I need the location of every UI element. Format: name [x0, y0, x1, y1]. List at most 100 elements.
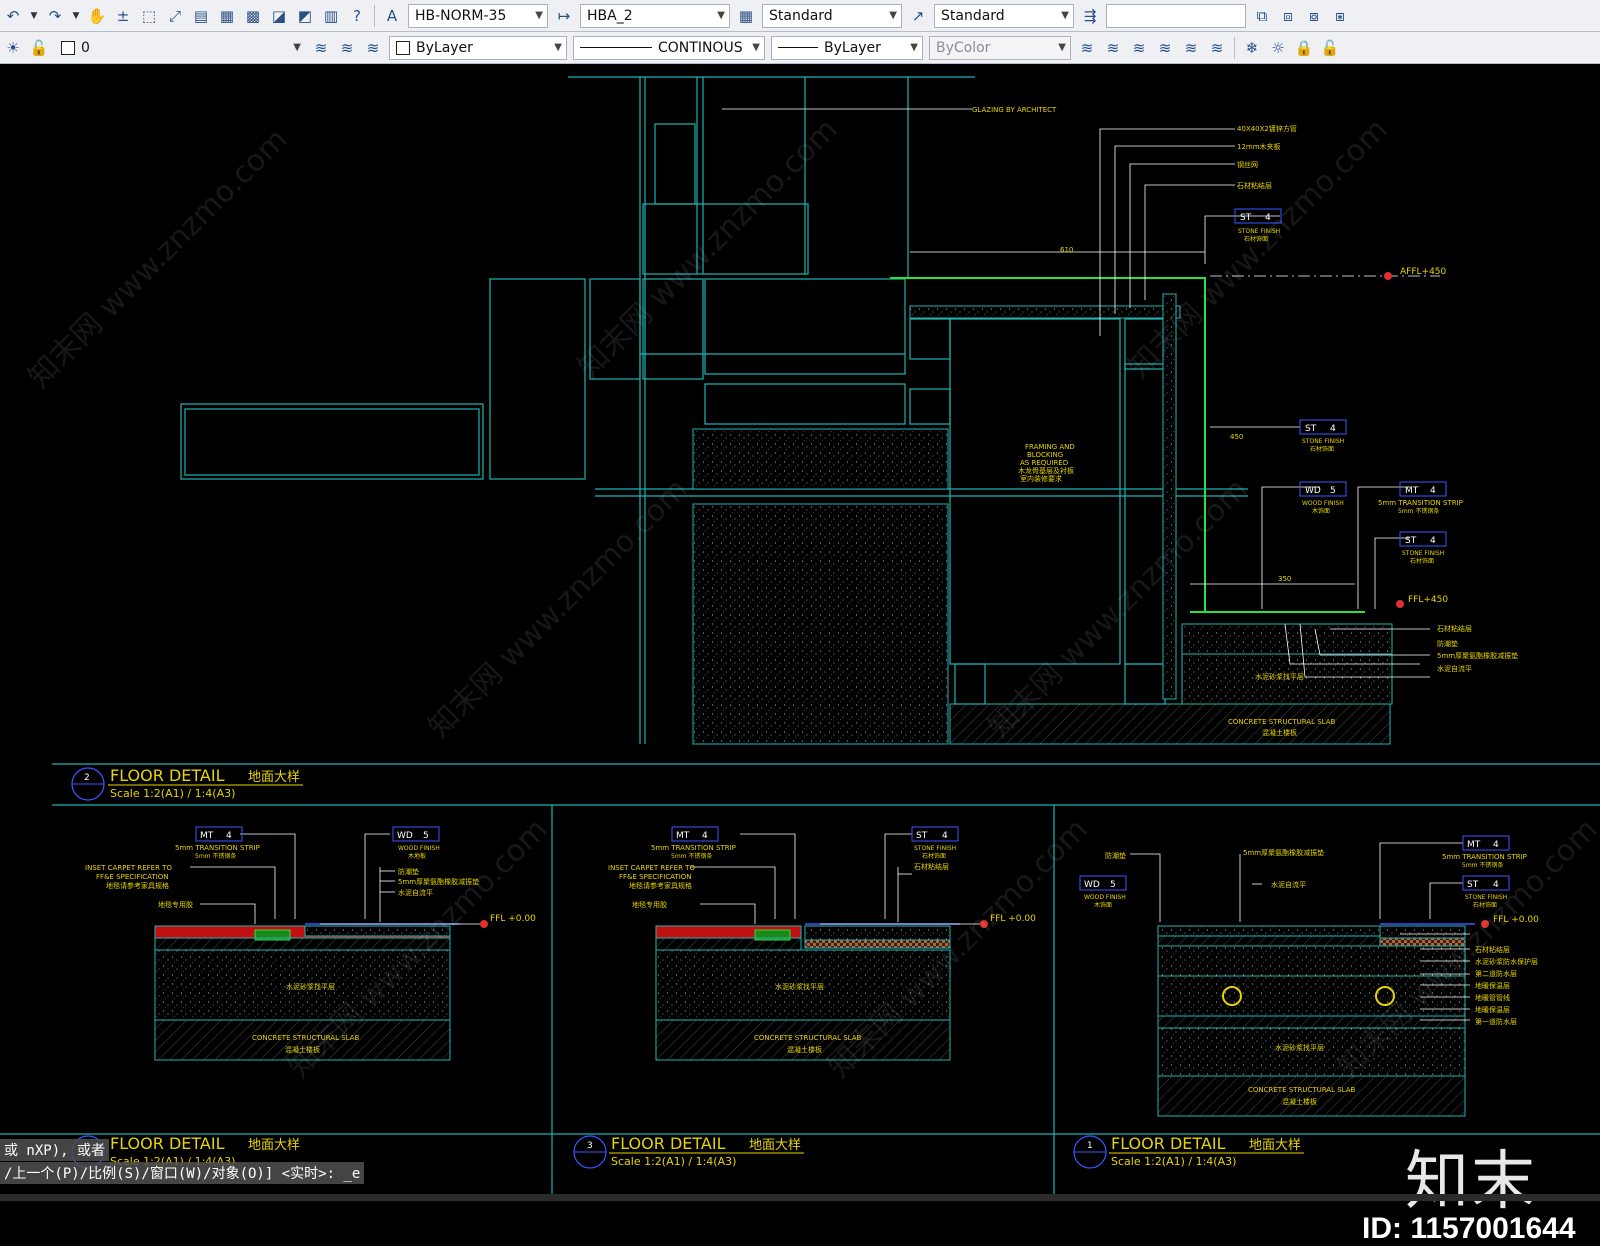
- design-center-icon[interactable]: ▦: [215, 4, 239, 28]
- svg-text:5mm TRANSITION STRIP: 5mm TRANSITION STRIP: [1442, 853, 1527, 861]
- zoom-previous-icon[interactable]: ⤢: [163, 4, 187, 28]
- color-select[interactable]: ByLayer ▼: [389, 35, 567, 60]
- layer-previous-icon[interactable]: ≋: [361, 36, 385, 60]
- svg-text:石材饰面: 石材饰面: [1410, 557, 1434, 565]
- multileader-style-select[interactable]: Standard ▼: [934, 3, 1074, 28]
- dim-style-select[interactable]: HBA_2 ▼: [580, 3, 730, 28]
- make-current-layer-icon[interactable]: ≋: [335, 36, 359, 60]
- svg-text:地面大样: 地面大样: [248, 770, 300, 785]
- pan-hand-icon[interactable]: ✋: [85, 4, 109, 28]
- svg-text:FLOOR DETAIL: FLOOR DETAIL: [611, 1134, 726, 1153]
- undo-dropdown-icon[interactable]: ▼: [27, 4, 41, 28]
- stone-top: [909, 305, 1181, 319]
- lineweight-value: ByLayer: [824, 39, 881, 56]
- chevron-down-icon: ▼: [889, 10, 897, 21]
- framing-note-3: AS REQUIRED: [1020, 459, 1068, 467]
- svg-text:4: 4: [1430, 536, 1436, 546]
- svg-text:Scale 1:2(A1) / 1:4(A3): Scale 1:2(A1) / 1:4(A3): [1111, 1155, 1236, 1168]
- layer-properties-icon[interactable]: ≋: [309, 36, 333, 60]
- command-line-history: 或 nXP), 或者: [0, 1139, 110, 1161]
- table-style-select[interactable]: Standard ▼: [762, 3, 902, 28]
- svg-text:地暖管管线: 地暖管管线: [1475, 993, 1510, 1002]
- lineweight-select[interactable]: ByLayer ▼: [771, 35, 923, 60]
- svg-text:CONCRETE STRUCTURAL SLAB: CONCRETE STRUCTURAL SLAB: [1248, 1086, 1356, 1094]
- svg-text:地面大样: 地面大样: [749, 1138, 801, 1153]
- color-swatch: [396, 40, 410, 55]
- help-icon[interactable]: ?: [345, 4, 369, 28]
- redo-dropdown-icon[interactable]: ▼: [69, 4, 83, 28]
- svg-text:WD: WD: [397, 831, 413, 841]
- search-input[interactable]: [1106, 3, 1246, 28]
- layers-toolbar: ☀ 🔓 0 ▼ ≋ ≋ ≋ ByLayer ▼ CONTINOUS ▼ ByLayer…: [0, 32, 1600, 64]
- linetype-select[interactable]: CONTINOUS ▼: [573, 35, 765, 60]
- note-cn-3: 钢丝网: [1237, 160, 1258, 169]
- slab-en: CONCRETE STRUCTURAL SLAB: [1228, 718, 1336, 726]
- undo-icon[interactable]: ↶: [1, 4, 25, 28]
- match-properties-icon[interactable]: ⇶: [1078, 4, 1102, 28]
- dim-610: 610: [1060, 246, 1073, 254]
- toolbar-divider: [374, 4, 375, 27]
- dim-style-value: HBA_2: [587, 7, 633, 24]
- bottom-note-4: 水泥自流平: [1437, 664, 1472, 673]
- svg-text:3: 3: [587, 1141, 593, 1151]
- plot-style-select: ByColor ▼: [929, 35, 1071, 60]
- tool-palettes-icon[interactable]: ▩: [241, 4, 265, 28]
- svg-text:FLOOR DETAIL: FLOOR DETAIL: [110, 766, 225, 785]
- svg-text:MT: MT: [1467, 840, 1481, 850]
- svg-text:5mm 不锈钢条: 5mm 不锈钢条: [195, 852, 236, 860]
- title-block-2: 2 FLOOR DETAIL 地面大样 Scale 1:2(A1) / 1:4(…: [71, 766, 303, 801]
- concrete-block-upper: [692, 428, 949, 490]
- svg-text:INSET CARPET REFER TO: INSET CARPET REFER TO: [85, 864, 172, 872]
- layer-unlock-icon[interactable]: 🔓: [27, 36, 51, 60]
- layer-tool-icon-4[interactable]: ≋: [1153, 36, 1177, 60]
- svg-text:ST: ST: [916, 831, 928, 841]
- text-style-icon: A: [386, 6, 398, 25]
- layer-unlock-all-icon[interactable]: 🔓: [1318, 36, 1342, 60]
- layout-icon-1[interactable]: ⧉: [1250, 4, 1274, 28]
- layer-select[interactable]: 0 ▼: [55, 36, 305, 60]
- sheet-set-icon[interactable]: ◪: [267, 4, 291, 28]
- svg-text:FF&E SPECIFICATION: FF&E SPECIFICATION: [96, 873, 169, 881]
- layout-icon-2[interactable]: ⧈: [1276, 4, 1300, 28]
- zoom-window-icon[interactable]: ⬚: [137, 4, 161, 28]
- drawing-canvas[interactable]: GLAZING BY ARCHITECT 40X40X2镀锌方管 12mm木夹板…: [0, 64, 1600, 1245]
- chevron-down-icon: ▼: [752, 42, 760, 53]
- layout-icon-4[interactable]: ⧆: [1328, 4, 1352, 28]
- properties-icon[interactable]: ▤: [189, 4, 213, 28]
- layer-bulb-icon[interactable]: ☀: [1, 36, 25, 60]
- svg-text:MT: MT: [676, 831, 690, 841]
- svg-text:石材饰面: 石材饰面: [1310, 445, 1334, 453]
- layer-tool-icon-6[interactable]: ≋: [1205, 36, 1229, 60]
- layer-tool-icon-5[interactable]: ≋: [1179, 36, 1203, 60]
- table-style-value: Standard: [769, 7, 833, 24]
- chevron-down-icon: ▼: [1058, 42, 1066, 53]
- svg-text:5mm TRANSITION STRIP: 5mm TRANSITION STRIP: [175, 844, 260, 852]
- layer-freeze-icon[interactable]: ❄: [1240, 36, 1264, 60]
- standard-toolbar: ↶ ▼ ↷ ▼ ✋ ± ⬚ ⤢ ▤ ▦ ▩ ◪ ◩ ▥ ? A HB-NORM-…: [0, 0, 1600, 32]
- svg-text:ST: ST: [1405, 536, 1417, 546]
- svg-text:木饰面: 木饰面: [1312, 507, 1330, 515]
- text-style-select[interactable]: HB-NORM-35 ▼: [408, 3, 548, 28]
- layer-off-icon[interactable]: ☼: [1266, 36, 1290, 60]
- chevron-down-icon: ▼: [293, 42, 301, 53]
- layout-icon-3[interactable]: ⧇: [1302, 4, 1326, 28]
- layer-lock-icon[interactable]: 🔒: [1292, 36, 1316, 60]
- svg-text:STONE FINISH: STONE FINISH: [1402, 550, 1444, 557]
- redo-icon[interactable]: ↷: [43, 4, 67, 28]
- calculator-icon[interactable]: ▥: [319, 4, 343, 28]
- dim-style-icon: ↦: [557, 6, 571, 25]
- svg-text:5mm 不锈钢条: 5mm 不锈钢条: [1462, 861, 1503, 869]
- svg-text:4: 4: [942, 831, 948, 841]
- layer-tool-icon-1[interactable]: ≋: [1075, 36, 1099, 60]
- zoom-realtime-icon[interactable]: ±: [111, 4, 135, 28]
- brand-logo: 知末: [1405, 1145, 1537, 1219]
- svg-text:STONE FINISH: STONE FINISH: [914, 845, 956, 852]
- markup-icon[interactable]: ◩: [293, 4, 317, 28]
- svg-text:4: 4: [226, 831, 232, 841]
- layer-tool-icon-2[interactable]: ≋: [1101, 36, 1125, 60]
- layer-tool-icon-3[interactable]: ≋: [1127, 36, 1151, 60]
- command-line-prompt[interactable]: /上一个(P)/比例(S)/窗口(W)/对象(O)] <实时>: _e: [0, 1162, 365, 1184]
- chevron-down-icon: ▼: [910, 42, 918, 53]
- svg-text:INSET CARPET REFER TO: INSET CARPET REFER TO: [608, 864, 695, 872]
- svg-text:第二道防水层: 第二道防水层: [1475, 969, 1517, 978]
